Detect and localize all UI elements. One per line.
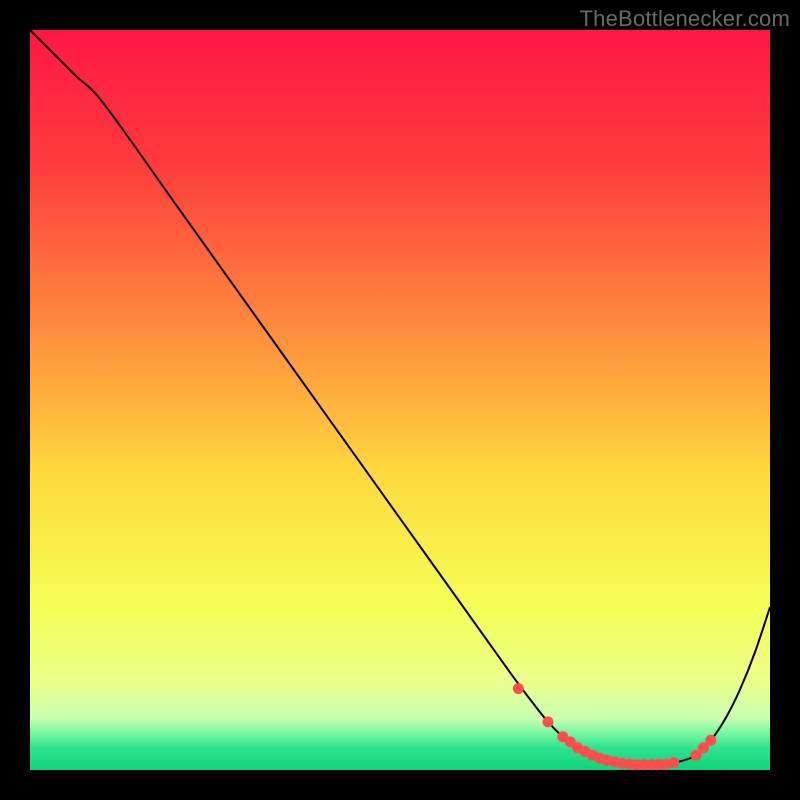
bottleneck-curve <box>30 30 770 765</box>
highlight-dot <box>705 735 716 746</box>
highlight-dot <box>543 716 554 727</box>
watermark-label: TheBottlenecker.com <box>580 6 790 32</box>
highlight-dot <box>668 757 679 768</box>
plot-area <box>30 30 770 770</box>
highlight-dots <box>513 683 716 770</box>
highlight-dot <box>513 683 524 694</box>
chart-stage: TheBottlenecker.com <box>0 0 800 800</box>
curve-layer <box>30 30 770 770</box>
